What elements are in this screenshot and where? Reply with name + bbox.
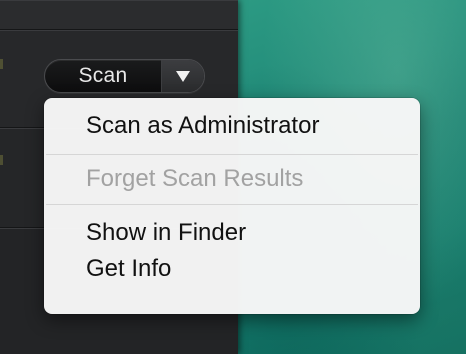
menu-item-scan-as-administrator[interactable]: Scan as Administrator: [44, 102, 420, 150]
row-marker: [0, 155, 3, 165]
scan-split-button: Scan: [44, 59, 205, 93]
menu-separator: [46, 154, 418, 155]
menu-item-get-info[interactable]: Get Info: [44, 253, 420, 285]
menu-separator: [46, 204, 418, 205]
list-row: [0, 0, 238, 30]
scan-context-menu: Scan as Administrator Forget Scan Result…: [44, 98, 420, 314]
menu-item-forget-scan-results: Forget Scan Results: [86, 165, 304, 192]
scan-options-dropdown-button[interactable]: [162, 60, 204, 92]
scan-button[interactable]: Scan: [45, 60, 161, 92]
menu-item-show-in-finder[interactable]: Show in Finder: [44, 213, 420, 253]
row-marker: [0, 59, 3, 69]
triangle-down-icon: [176, 70, 190, 82]
